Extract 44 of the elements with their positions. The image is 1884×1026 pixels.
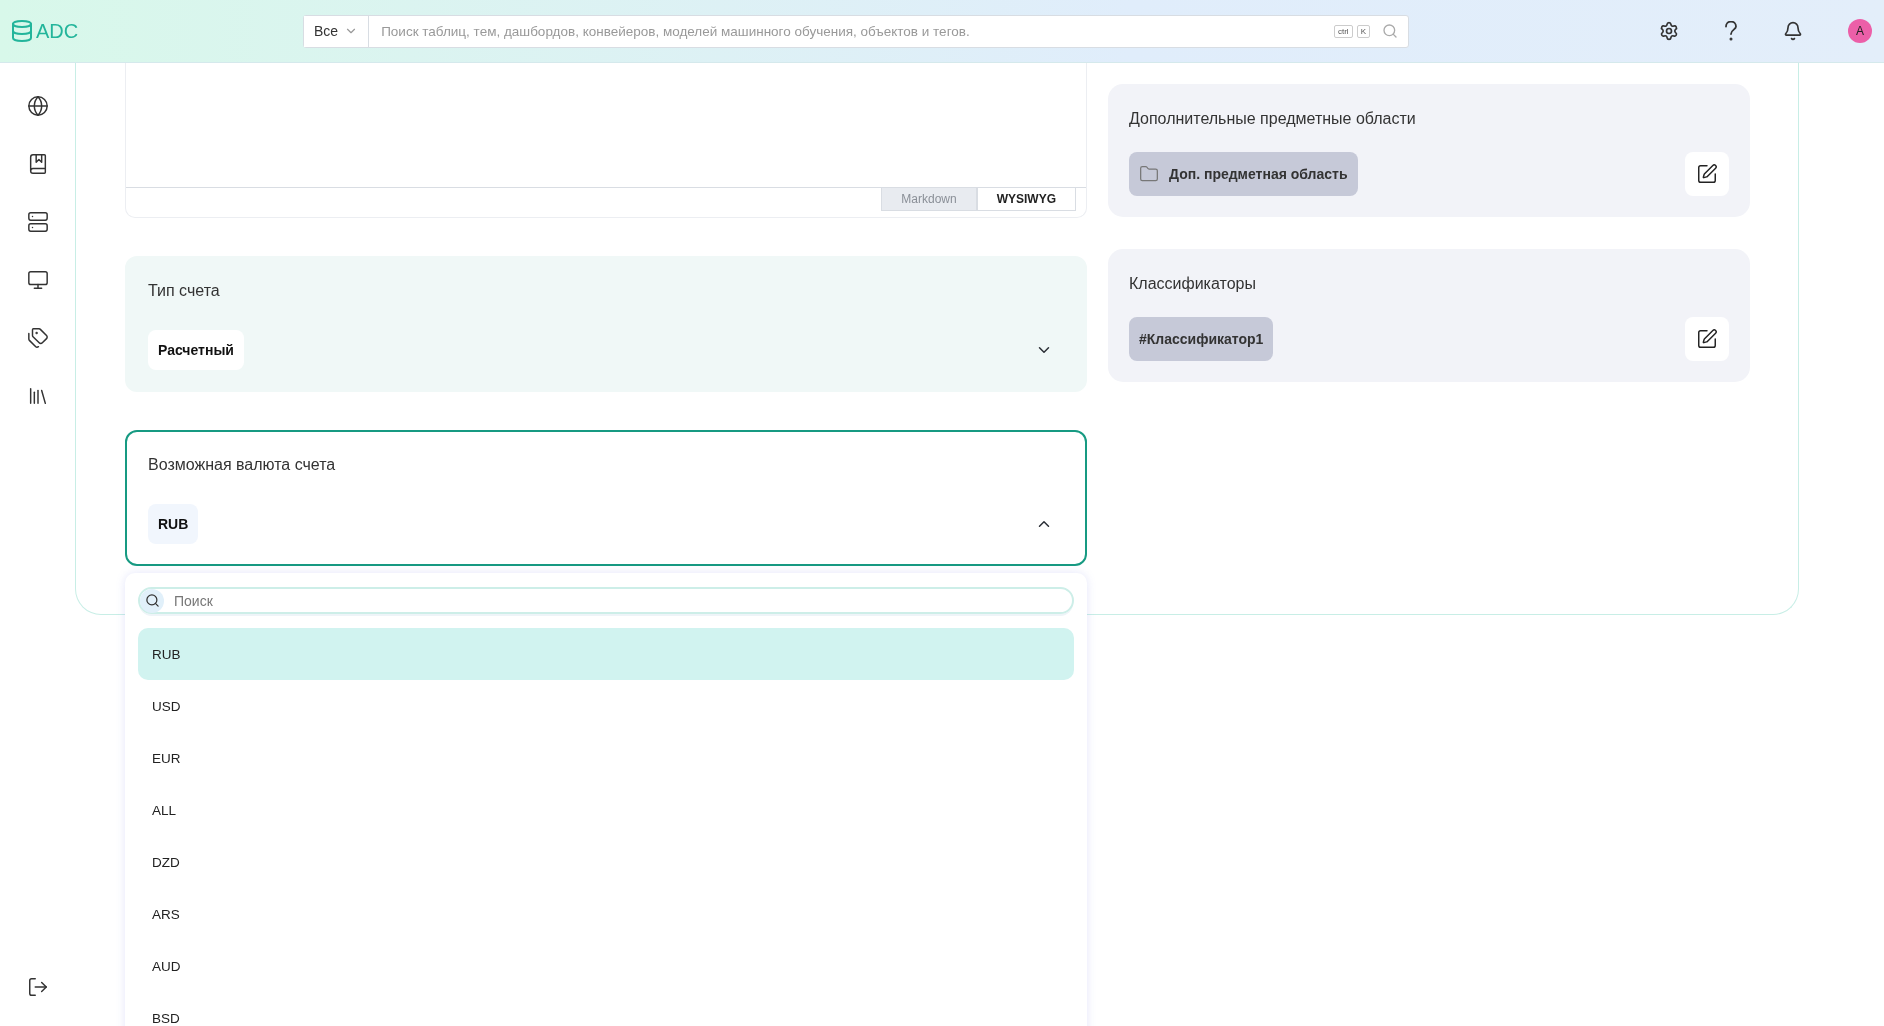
server-nav-button[interactable] (26, 211, 49, 233)
dropdown-option[interactable]: RUB (138, 628, 1074, 680)
tags-nav-button[interactable] (26, 327, 49, 349)
field-label: Возможная валюта счета (148, 456, 337, 474)
edit-button[interactable] (1685, 152, 1729, 196)
selected-value: RUB (148, 504, 199, 544)
edit-button[interactable] (1685, 317, 1729, 361)
search-icon (144, 593, 160, 608)
monitor-nav-button[interactable] (26, 269, 49, 291)
selected-value: Расчетный (148, 330, 244, 370)
shortcut-key: ctrl (1334, 24, 1353, 38)
logo: ADC (36, 19, 79, 43)
globe-nav-button[interactable] (26, 95, 49, 117)
dropdown-option[interactable]: USD (138, 680, 1074, 732)
logout-button[interactable] (26, 976, 49, 998)
field-label: Тип счета (148, 282, 221, 300)
text-editor[interactable]: Markdown WYSIWYG (125, 63, 1087, 218)
panel-title: Дополнительные предметные области (1129, 110, 1417, 128)
dropdown-search-field[interactable]: Поиск (138, 587, 1074, 614)
select-field[interactable]: Тип счета Расчетный (125, 256, 1087, 392)
editor-tab[interactable]: WYSIWYG (976, 188, 1076, 211)
panel-title: Классификаторы (1129, 275, 1257, 293)
database-icon (10, 19, 34, 43)
scope-select[interactable]: Все (304, 15, 370, 47)
settings-button[interactable] (1659, 21, 1679, 41)
search-icon (1382, 23, 1398, 39)
dropdown-option[interactable]: ALL (138, 784, 1074, 836)
shortcut-key: K (1356, 24, 1370, 38)
edit-icon (1696, 163, 1718, 185)
search-input[interactable]: Поиск (172, 591, 1072, 610)
tag-chip: Доп. предметная область (1129, 152, 1358, 196)
tag-chip: #Классификатор1 (1129, 317, 1274, 361)
dropdown-option[interactable]: ARS (138, 888, 1074, 940)
dropdown-option[interactable]: AUD (138, 940, 1074, 992)
help-button[interactable] (1724, 21, 1738, 41)
help-icon (1724, 21, 1738, 41)
folder-icon (1139, 164, 1159, 184)
dropdown-option[interactable]: BSD (138, 992, 1074, 1026)
dropdown-option[interactable]: DZD (138, 836, 1074, 888)
dropdown-option[interactable]: EUR (138, 732, 1074, 784)
edit-icon (1696, 328, 1718, 350)
search-bar[interactable]: Все Поиск таблиц, тем, дашбордов, конвейеров, моделей машинного обучения, объектов и тегов. ctrl K (303, 14, 1409, 48)
notifications-button[interactable] (1783, 21, 1803, 41)
user-avatar[interactable]: A (1848, 19, 1872, 43)
